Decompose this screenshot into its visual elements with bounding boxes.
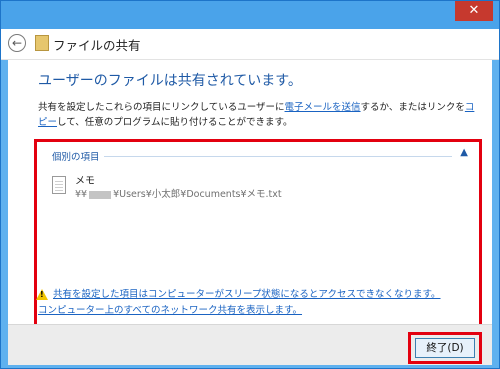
warning-icon bbox=[36, 289, 48, 300]
description-part-2: するか、またはリンクを bbox=[360, 102, 465, 113]
chevron-up-icon[interactable]: ▲ bbox=[460, 147, 468, 158]
description-part-3: して、任意のプログラムに貼り付けることができます。 bbox=[57, 117, 293, 128]
shared-item-name[interactable]: メモ bbox=[75, 172, 95, 187]
title-bar: ✕ bbox=[1, 1, 499, 29]
path-prefix: ¥¥ bbox=[75, 189, 88, 200]
close-icon: ✕ bbox=[468, 3, 480, 18]
sleep-warning-link[interactable]: 共有を設定した項目はコンピューターがスリープ状態になるとアクセスできなくなります… bbox=[53, 289, 441, 300]
show-all-shares-row: コンピューター上のすべてのネットワーク共有を表示します。 bbox=[38, 302, 302, 316]
description-part-1: 共有を設定したこれらの項目にリンクしているユーザーに bbox=[38, 102, 285, 113]
file-sharing-window: ✕ ← ファイルの共有 ユーザーのファイルは共有されています。 共有を設定したこ… bbox=[0, 0, 500, 369]
path-suffix: ¥Users¥小太郎¥Documents¥メモ.txt bbox=[113, 189, 282, 200]
page-heading: ユーザーのファイルは共有されています。 bbox=[38, 73, 302, 89]
description-text: 共有を設定したこれらの項目にリンクしているユーザーに電子メールを送信するか、また… bbox=[38, 100, 478, 130]
shared-item-path: ¥¥ ¥Users¥小太郎¥Documents¥メモ.txt bbox=[75, 186, 282, 200]
window-title: ファイルの共有 bbox=[53, 38, 141, 53]
finish-button[interactable]: 終了(D) bbox=[415, 338, 475, 358]
main-content: ユーザーのファイルは共有されています。 共有を設定したこれらの項目にリンクしてい… bbox=[8, 60, 492, 341]
highlighted-finish-area: 終了(D) bbox=[408, 332, 482, 364]
group-divider bbox=[104, 156, 452, 157]
sleep-warning: 共有を設定した項目はコンピューターがスリープ状態になるとアクセスできなくなります… bbox=[36, 286, 441, 300]
text-file-icon bbox=[52, 176, 66, 194]
back-button[interactable]: ← bbox=[8, 34, 26, 52]
file-share-icon bbox=[35, 35, 49, 51]
group-header-label: 個別の項目 bbox=[52, 152, 100, 163]
show-all-network-shares-link[interactable]: コンピューター上のすべてのネットワーク共有を表示します。 bbox=[38, 305, 302, 316]
redacted-computer-name bbox=[89, 190, 112, 199]
navigation-bar: ← ファイルの共有 bbox=[1, 29, 499, 60]
send-email-link[interactable]: 電子メールを送信 bbox=[285, 102, 361, 113]
dialog-footer: 終了(D) bbox=[8, 324, 492, 365]
back-arrow-icon: ← bbox=[11, 36, 23, 50]
close-button[interactable]: ✕ bbox=[455, 1, 493, 21]
